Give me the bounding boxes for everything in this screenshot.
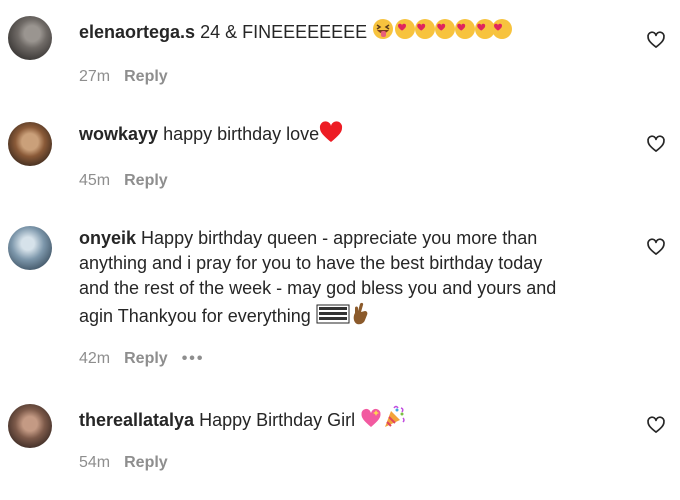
comment-time: 54m [79, 454, 111, 471]
comment-time: 27m [79, 68, 111, 85]
comment-username[interactable]: thereallatalya [79, 410, 194, 430]
heart-outline-icon[interactable] [646, 237, 666, 257]
comment-text: Happy Birthday Girl [199, 410, 356, 430]
comment-meta: 45m Reply [79, 172, 168, 190]
avatar[interactable] [8, 404, 52, 448]
reply-button[interactable]: Reply [124, 454, 168, 472]
equals-flag-icon [316, 304, 350, 324]
comment-username[interactable]: elenaortega.s [79, 22, 195, 42]
avatar[interactable] [8, 122, 52, 166]
comment-text-line: anything and i pray for you to have the … [79, 253, 543, 273]
comment-time: 45m [79, 172, 111, 189]
comment-body: onyeik Happy birthday queen - appreciate… [79, 226, 639, 329]
comment-time: 42m [79, 350, 111, 367]
comment-text: 24 & FINEEEEEEEE [200, 22, 368, 42]
comment-meta: 54m Reply [79, 454, 168, 472]
sparkling-heart-icon [361, 408, 381, 427]
heart-outline-icon[interactable] [646, 30, 666, 50]
party-popper-icon [385, 405, 405, 427]
avatar[interactable] [8, 226, 52, 270]
comment-text-line: Happy birthday queen - appreciate you mo… [141, 228, 538, 248]
comment-username[interactable]: onyeik [79, 228, 136, 248]
comment-text: happy birthday love [163, 124, 320, 144]
reply-button[interactable]: Reply [124, 172, 168, 190]
comment-body: thereallatalya Happy Birthday Girl [79, 405, 639, 433]
comment-username[interactable]: wowkayy [79, 124, 158, 144]
comment-meta: 27m Reply [79, 68, 168, 86]
avatar[interactable] [8, 16, 52, 60]
reply-button[interactable]: Reply [124, 68, 168, 86]
emoji-face-icons [373, 19, 513, 39]
comment-text-line: and the rest of the week - may god bless… [79, 278, 557, 298]
heart-outline-icon[interactable] [646, 134, 666, 154]
reply-button[interactable]: Reply [124, 350, 168, 368]
more-options-icon[interactable]: ••• [182, 350, 205, 368]
crossed-fingers-icon [353, 302, 368, 325]
comment-body: wowkayy happy birthday love [79, 121, 639, 147]
heart-outline-icon[interactable] [646, 415, 666, 435]
comment-body: elenaortega.s 24 & FINEEEEEEEE [79, 17, 639, 45]
red-heart-icon [320, 121, 343, 142]
comment-meta: 42m Reply ••• [79, 350, 205, 368]
comment-text-line: agin Thankyou for everything [79, 306, 311, 326]
